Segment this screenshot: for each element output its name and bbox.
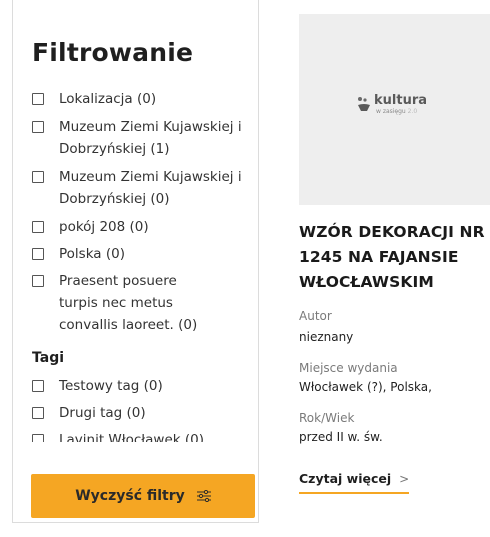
filter-panel: Filtrowanie Lokalizacja (0) Muzeum Ziemi…	[12, 0, 259, 523]
filter-option-polska[interactable]: Polska (0)	[32, 243, 259, 265]
filter-option-label: Muzeum Ziemi Kujawskiej i Dobrzyńskiej (…	[59, 169, 242, 207]
checkbox[interactable]	[32, 221, 44, 233]
checkbox[interactable]	[32, 275, 44, 287]
filter-option-label: Lokalizacja (0)	[59, 91, 157, 107]
filter-option-label: Muzeum Ziemi Kujawskiej i Dobrzyńskiej (…	[59, 119, 242, 157]
filter-option-label: pokój 208 (0)	[59, 219, 149, 235]
filter-option-museum-1[interactable]: Muzeum Ziemi Kujawskiej i Dobrzyńskiej (…	[32, 116, 259, 160]
clear-filters-label: Wyczyść filtry	[75, 488, 185, 504]
checkbox[interactable]	[32, 93, 44, 105]
place-label: Miejsce wydania	[299, 361, 398, 375]
logo-sub-text: w zasięgu 2.0	[376, 108, 427, 116]
author-label: Autor	[299, 309, 332, 323]
filter-option-praesent[interactable]: Praesent posuere turpis nec metus conval…	[32, 270, 209, 336]
logo-sub-label: w zasięgu	[376, 108, 406, 115]
author-value: nieznany	[299, 330, 354, 344]
kultura-logo: kultura w zasięgu 2.0	[357, 94, 427, 116]
filter-option-label: Drugi tag (0)	[59, 405, 146, 421]
checkbox[interactable]	[32, 434, 44, 442]
filter-option-label: Testowy tag (0)	[59, 378, 163, 394]
checkbox[interactable]	[32, 121, 44, 133]
filter-title: Filtrowanie	[32, 38, 194, 67]
checkbox[interactable]	[32, 407, 44, 419]
place-value: Włocławek (?), Polska,	[299, 380, 432, 394]
read-more-label: Czytaj więcej	[299, 471, 392, 486]
filter-options-list[interactable]: Lokalizacja (0) Muzeum Ziemi Kujawskiej …	[13, 88, 259, 442]
year-label: Rok/Wiek	[299, 411, 355, 425]
tags-heading: Tagi	[32, 350, 65, 366]
filter-option-label: Polska (0)	[59, 246, 125, 262]
filter-option-museum-2[interactable]: Muzeum Ziemi Kujawskiej i Dobrzyńskiej (…	[32, 166, 259, 210]
logo-mark-icon	[358, 97, 370, 111]
card-title[interactable]: WZÓR DEKORACJI NR 1245 NA FAJANSIE WŁOCŁ…	[299, 220, 490, 295]
checkbox[interactable]	[32, 248, 44, 260]
filter-option-location[interactable]: Lokalizacja (0)	[32, 88, 259, 110]
filter-option-label: Lavinit Włocławek (0)	[59, 432, 204, 442]
read-more-link[interactable]: Czytaj więcej >	[299, 471, 410, 494]
checkbox[interactable]	[32, 171, 44, 183]
clear-filters-button[interactable]: Wyczyść filtry	[31, 474, 255, 518]
filter-option-tag-drugi[interactable]: Drugi tag (0)	[32, 402, 259, 424]
filter-option-room-208[interactable]: pokój 208 (0)	[32, 216, 259, 238]
card-image-placeholder[interactable]: kultura w zasięgu 2.0	[299, 14, 490, 205]
checkbox[interactable]	[32, 380, 44, 392]
logo-main-text: kultura	[374, 93, 428, 108]
year-value: przed II w. św.	[299, 430, 383, 444]
logo-version: 2.0	[407, 108, 418, 115]
sliders-icon	[196, 490, 211, 502]
filter-option-tag-wloclawek[interactable]: Lavinit Włocławek (0)	[32, 429, 259, 442]
filter-option-label: Praesent posuere turpis nec metus conval…	[59, 273, 198, 333]
chevron-right-icon: >	[399, 471, 410, 486]
filter-option-tag-testowy[interactable]: Testowy tag (0)	[32, 375, 259, 397]
